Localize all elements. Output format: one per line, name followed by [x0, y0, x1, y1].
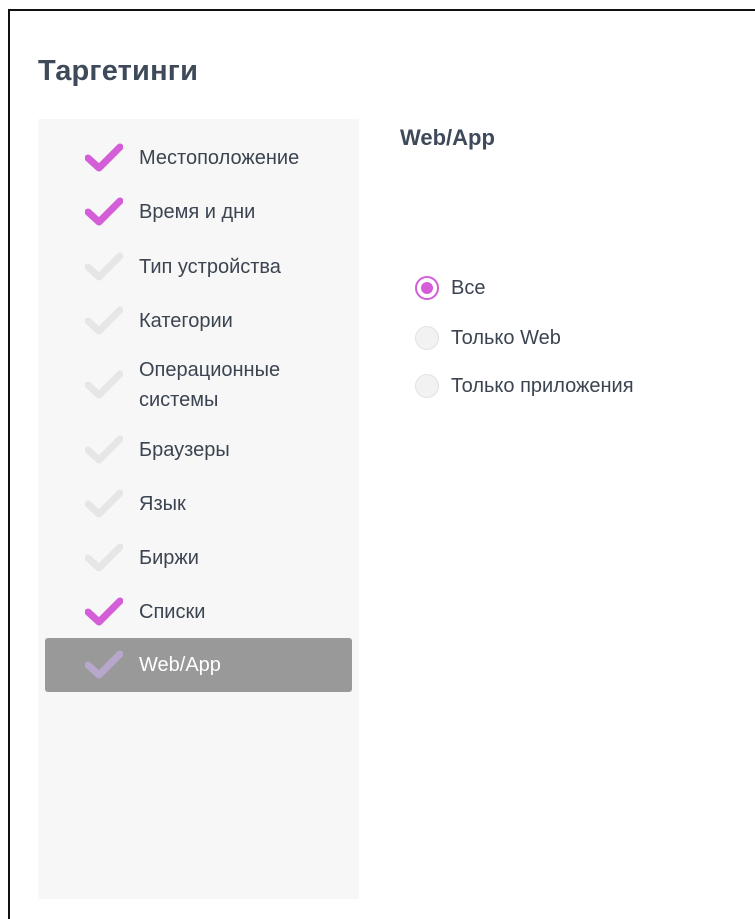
sidebar-item-lists[interactable]: Списки	[45, 597, 352, 627]
radio-option-apps-only[interactable]: Только приложения	[415, 374, 634, 398]
sidebar-item-categories[interactable]: Категории	[45, 306, 352, 336]
sidebar-item-label: Местоположение	[139, 147, 300, 169]
checkmark-icon	[85, 597, 123, 626]
sidebar-item-label: Списки	[139, 601, 206, 623]
sidebar-item-device-type[interactable]: Тип устройства	[45, 252, 352, 282]
radio-label: Только Web	[451, 326, 561, 349]
radio-label: Только приложения	[451, 374, 634, 397]
radio-button[interactable]	[415, 374, 439, 398]
sidebar-item-label: Язык	[139, 493, 186, 515]
sidebar-item-time-days[interactable]: Время и дни	[45, 197, 352, 227]
sidebar-item-browsers[interactable]: Браузеры	[45, 435, 352, 465]
sidebar-item-label: Операционные системы	[139, 359, 281, 411]
radio-option-all[interactable]: Все	[415, 276, 485, 300]
sidebar-item-label: Тип устройства	[139, 256, 281, 278]
checkmark-icon	[85, 489, 123, 518]
radio-option-web-only[interactable]: Только Web	[415, 326, 561, 350]
radio-label: Все	[451, 276, 486, 299]
sidebar-item-label: Биржи	[139, 547, 199, 569]
radio-button[interactable]	[415, 276, 439, 300]
radio-button[interactable]	[415, 326, 439, 350]
checkmark-icon	[85, 435, 123, 464]
checkmark-icon	[85, 543, 123, 572]
checkmark-icon	[85, 143, 123, 172]
sidebar-item-language[interactable]: Язык	[45, 489, 352, 519]
sidebar-item-label: Web/App	[139, 654, 221, 676]
page-title: Таргетинги	[38, 55, 199, 87]
targeting-sidebar: Местоположение Время и дни Тип устройств…	[38, 119, 359, 899]
sidebar-item-label: Время и дни	[139, 201, 256, 223]
sidebar-item-label: Категории	[139, 310, 233, 332]
checkmark-icon	[85, 306, 123, 335]
sidebar-item-location[interactable]: Местоположение	[45, 143, 352, 173]
sidebar-item-web-app[interactable]: Web/App	[45, 638, 352, 692]
section-title: Web/App	[400, 125, 495, 150]
checkmark-icon	[85, 197, 123, 226]
checkmark-icon	[85, 252, 123, 281]
sidebar-item-operating-systems[interactable]: Операционные системы	[45, 355, 352, 415]
sidebar-item-label: Браузеры	[139, 439, 230, 461]
checkmark-icon	[85, 650, 123, 679]
sidebar-item-exchanges[interactable]: Биржи	[45, 543, 352, 573]
checkmark-icon	[85, 370, 123, 399]
